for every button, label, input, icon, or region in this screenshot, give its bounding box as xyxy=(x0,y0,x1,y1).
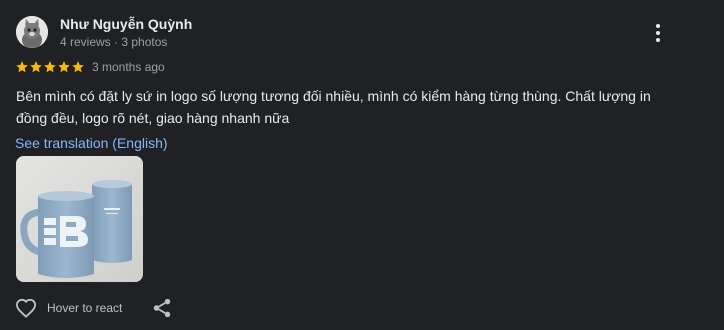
react-label: Hover to react xyxy=(47,301,123,315)
rating-row: 3 months ago xyxy=(15,59,165,75)
star-rating xyxy=(15,60,85,74)
share-icon xyxy=(153,298,171,318)
review-time: 3 months ago xyxy=(92,60,165,74)
heart-outline-icon xyxy=(15,298,37,318)
reviewer-avatar[interactable] xyxy=(16,16,48,48)
share-button[interactable] xyxy=(151,297,173,319)
star-icon xyxy=(44,61,56,73)
review-photo[interactable] xyxy=(16,156,143,282)
more-vertical-icon xyxy=(656,24,660,28)
reviewer-meta: 4 reviews · 3 photos xyxy=(60,35,168,49)
star-icon xyxy=(16,61,28,73)
reviewer-name[interactable]: Như Nguyễn Quỳnh xyxy=(60,16,192,32)
star-icon xyxy=(30,61,42,73)
more-dot xyxy=(656,38,660,42)
review-text: Bên mình có đặt ly sứ in logo số lượng t… xyxy=(16,88,651,126)
mug-photo-icon xyxy=(16,156,143,282)
more-options-button[interactable] xyxy=(646,20,670,46)
review-actions: Hover to react xyxy=(15,296,122,320)
star-icon xyxy=(72,61,84,73)
react-button[interactable]: Hover to react xyxy=(15,298,122,318)
more-dot xyxy=(656,31,660,35)
review-card: Như Nguyễn Quỳnh 4 reviews · 3 photos 3 … xyxy=(0,0,724,330)
star-icon xyxy=(58,61,70,73)
see-translation-link[interactable]: See translation (English) xyxy=(15,135,168,151)
cat-avatar-icon xyxy=(16,16,48,48)
